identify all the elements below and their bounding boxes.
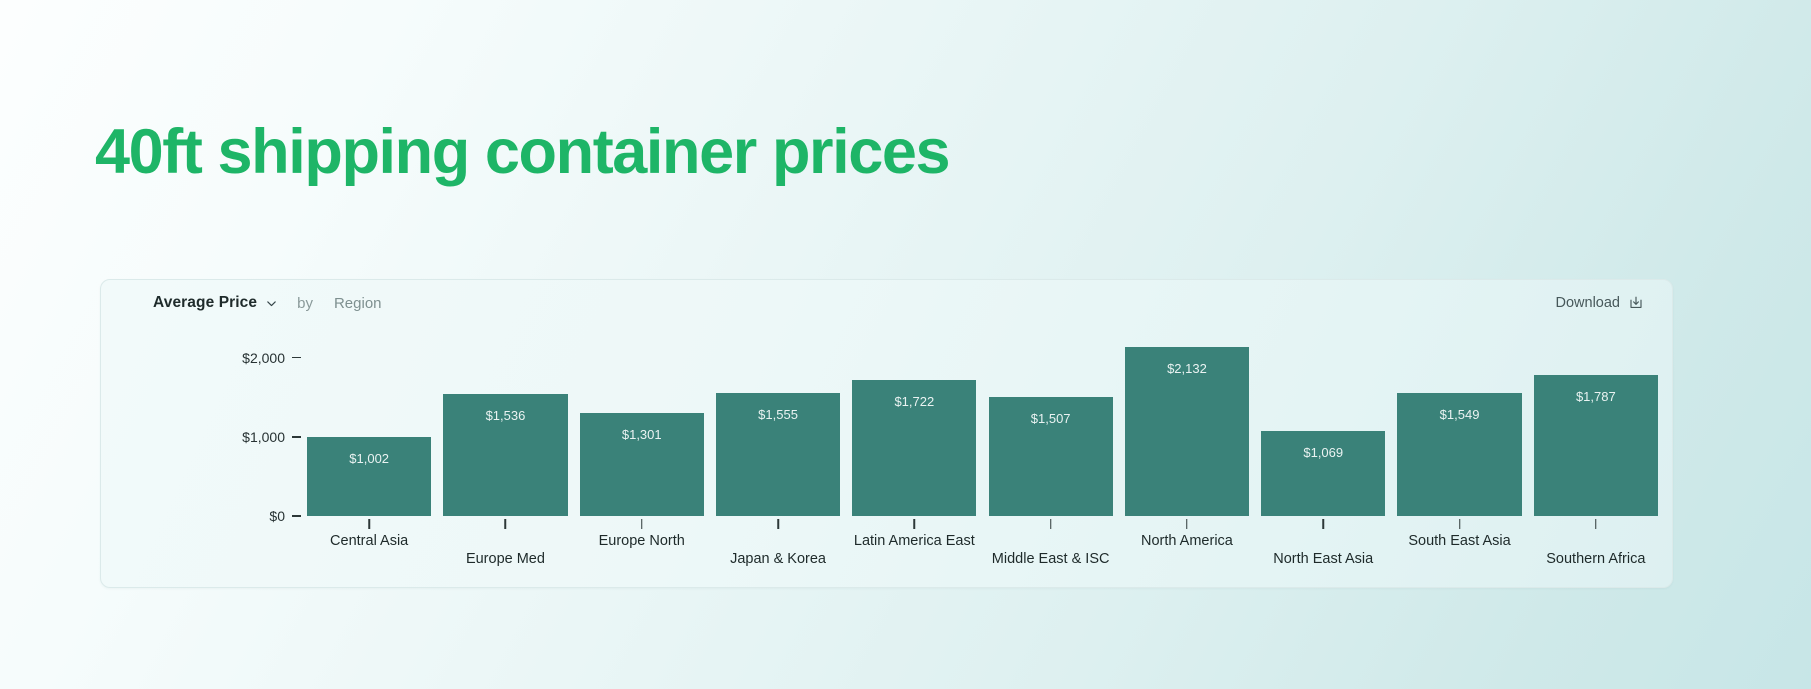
y-axis-tick-label: $1,000	[242, 428, 285, 445]
chart-toolbar: Average Price by Region Download	[101, 280, 1672, 326]
y-axis-tick-mark	[292, 436, 301, 438]
chart-card: Average Price by Region Download $0 $1,00…	[100, 279, 1673, 588]
x-axis-category-label: Latin America East	[853, 533, 975, 549]
download-tray-icon	[1628, 295, 1644, 311]
x-axis-category-label: North East Asia	[1273, 551, 1374, 567]
bar[interactable]	[1397, 393, 1522, 516]
x-axis-tick-mark	[913, 519, 916, 529]
bar[interactable]	[1533, 374, 1658, 516]
bar[interactable]	[443, 394, 568, 516]
x-axis-tick-mark	[1595, 519, 1597, 529]
plot-area: $0 $1,000 $2,000 $1,002 Central Asia $1,536 E…	[101, 326, 1672, 589]
bar-group[interactable]: $1,722 Latin America East	[852, 326, 977, 589]
x-axis-tick-mark	[1049, 519, 1052, 529]
y-axis-tick: $0	[269, 508, 301, 524]
bar[interactable]	[852, 379, 977, 516]
bar[interactable]	[1124, 347, 1250, 516]
y-axis-tick-label: $0	[269, 508, 285, 524]
bar-group[interactable]: $1,507 Middle East & ISC	[988, 326, 1113, 589]
bar[interactable]	[715, 392, 841, 516]
x-axis-category-label: Central Asia	[330, 533, 409, 549]
bar-group[interactable]: $1,536 Europe Med	[443, 326, 568, 589]
page-title: 40ft shipping container prices	[95, 117, 951, 187]
bar[interactable]	[579, 413, 704, 516]
bar[interactable]	[307, 436, 432, 516]
bar-series: $1,002 Central Asia $1,536 Europe Med $1,301…	[301, 326, 1662, 589]
bar-group[interactable]: $1,301 Europe North	[579, 326, 704, 589]
metric-select[interactable]: Average Price	[153, 294, 277, 312]
x-axis-category-label: Japan & Korea	[730, 551, 826, 567]
x-axis-tick-mark	[1322, 519, 1324, 529]
y-axis-tick-mark	[292, 356, 301, 359]
download-button-label: Download	[1555, 295, 1621, 311]
bar-group[interactable]: $1,549 South East Asia	[1397, 326, 1522, 589]
x-axis-category-label: Southern Africa	[1546, 551, 1646, 567]
bar-group[interactable]: $1,069 North East Asia	[1261, 326, 1386, 589]
bar-group[interactable]: $1,787 Southern Africa	[1533, 326, 1658, 589]
x-axis-category-label: South East Asia	[1408, 533, 1511, 549]
x-axis-category-label: Middle East & ISC	[991, 551, 1110, 567]
bar-group[interactable]: $1,555 Japan & Korea	[715, 326, 841, 589]
by-connector-label: by	[297, 294, 313, 312]
bar-group[interactable]: $2,132 North America	[1124, 326, 1250, 589]
x-axis-category-label: Europe North	[598, 533, 685, 549]
y-axis-tick-mark	[292, 515, 301, 517]
y-axis: $0 $1,000 $2,000	[101, 326, 301, 589]
x-axis-tick-mark	[777, 519, 779, 529]
x-axis-tick-mark	[1186, 519, 1188, 529]
y-axis-tick-label: $2,000	[242, 349, 285, 366]
y-axis-tick: $1,000	[242, 429, 301, 445]
metric-select-label: Average Price	[153, 294, 258, 311]
bar[interactable]	[1261, 431, 1386, 516]
bar-group[interactable]: $1,002 Central Asia	[307, 326, 432, 589]
dimension-select[interactable]: Region	[334, 295, 382, 312]
x-axis-tick-mark	[1458, 519, 1461, 529]
y-axis-tick: $2,000	[242, 350, 301, 366]
chevron-down-icon	[266, 298, 277, 309]
x-axis-tick-mark	[504, 519, 507, 529]
x-axis-tick-mark	[640, 519, 643, 529]
x-axis-tick-mark	[368, 519, 370, 529]
x-axis-category-label: North America	[1141, 533, 1233, 549]
bar[interactable]	[988, 396, 1113, 516]
x-axis-category-label: Europe Med	[465, 551, 545, 567]
download-button[interactable]: Download	[1554, 292, 1647, 314]
